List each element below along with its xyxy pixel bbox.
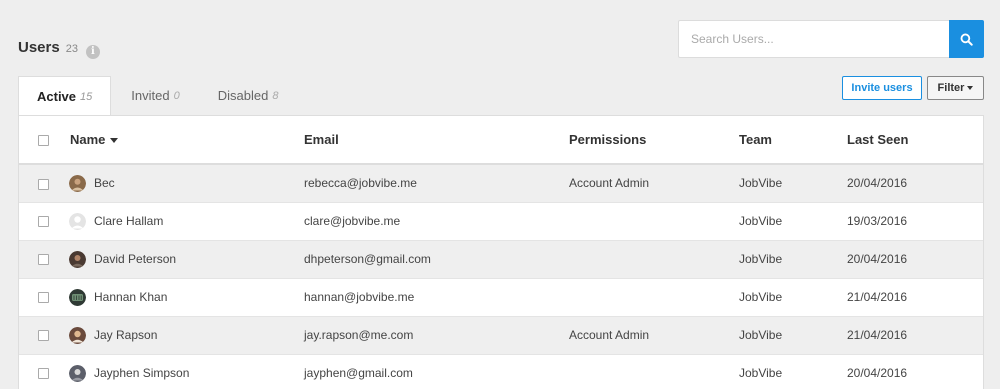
column-header-team: Team xyxy=(739,116,847,165)
sort-descending-icon[interactable] xyxy=(110,138,119,143)
avatar xyxy=(69,250,86,268)
user-email: hannan@jobvibe.me xyxy=(304,278,569,317)
search-button[interactable] xyxy=(949,20,984,58)
tab-disabled-label: Disabled xyxy=(217,88,269,103)
avatar-head xyxy=(74,368,81,375)
user-email: jayphen@gmail.com xyxy=(304,354,569,389)
user-team: JobVibe xyxy=(739,278,847,317)
user-permissions xyxy=(569,354,739,389)
tab-disabled[interactable]: Disabled 8 xyxy=(200,76,297,115)
invite-users-button[interactable]: Invite users xyxy=(842,76,922,100)
user-last-seen: 21/04/2016 xyxy=(847,278,983,317)
table-row[interactable]: Bec rebecca@jobvibe.me Account Admin Job… xyxy=(19,164,983,203)
avatar xyxy=(69,212,86,230)
tab-invited[interactable]: Invited 0 xyxy=(113,76,197,115)
user-email: rebecca@jobvibe.me xyxy=(304,164,569,203)
user-status-tabs: Active 15 Invited 0 Disabled 8 xyxy=(18,76,297,116)
table-row[interactable]: David Peterson dhpeterson@gmail.com JobV… xyxy=(19,240,983,279)
row-checkbox[interactable] xyxy=(38,254,49,266)
name-cell: Clare Hallam xyxy=(69,202,304,241)
avatar-head xyxy=(74,215,81,223)
avatar xyxy=(69,364,86,382)
page-title: Users 23 i xyxy=(18,39,100,59)
user-team: JobVibe xyxy=(739,240,847,279)
search-icon xyxy=(960,33,973,46)
user-last-seen: 19/03/2016 xyxy=(847,202,983,241)
select-all-checkbox[interactable] xyxy=(38,135,49,147)
page-title-text: Users xyxy=(18,39,60,56)
row-select-cell xyxy=(19,278,70,317)
avatar xyxy=(69,288,86,306)
column-header-permissions: Permissions xyxy=(569,116,739,165)
user-permissions: Account Admin xyxy=(569,316,739,355)
tab-invited-count: 0 xyxy=(173,89,180,102)
user-count: 23 xyxy=(65,43,78,55)
user-team: JobVibe xyxy=(739,316,847,355)
search-bar xyxy=(678,20,984,58)
name-cell: Jay Rapson xyxy=(69,316,304,355)
users-table: Name Email Permissions Team Last Seen Be… xyxy=(19,116,983,389)
user-email: jay.rapson@me.com xyxy=(304,316,569,355)
row-checkbox[interactable] xyxy=(38,178,49,190)
avatar-head xyxy=(74,330,81,337)
row-checkbox[interactable] xyxy=(38,368,49,380)
row-select-cell xyxy=(19,240,70,279)
row-checkbox[interactable] xyxy=(38,330,49,342)
filter-button-label: Filter xyxy=(937,82,965,94)
user-name[interactable]: Jayphen Simpson xyxy=(94,366,189,380)
avatar xyxy=(69,174,86,192)
table-row[interactable]: Jay Rapson jay.rapson@me.com Account Adm… xyxy=(19,316,983,355)
user-permissions xyxy=(569,202,739,241)
avatar xyxy=(69,326,86,344)
table-row[interactable]: Clare Hallam clare@jobvibe.me JobVibe 19… xyxy=(19,202,983,241)
column-header-name-label: Name xyxy=(70,132,106,147)
name-cell: Bec xyxy=(69,164,304,203)
name-cell: David Peterson xyxy=(69,240,304,279)
tab-active-count: 15 xyxy=(80,90,93,103)
row-checkbox[interactable] xyxy=(38,216,49,228)
user-permissions: Account Admin xyxy=(569,164,739,203)
user-email: dhpeterson@gmail.com xyxy=(304,240,569,279)
info-icon[interactable]: i xyxy=(85,44,100,59)
column-header-last-seen: Last Seen xyxy=(847,116,983,165)
caret-down-icon xyxy=(967,86,974,90)
tab-invited-label: Invited xyxy=(131,88,170,103)
row-select-cell xyxy=(19,354,70,389)
table-header-row: Name Email Permissions Team Last Seen xyxy=(19,116,983,165)
user-last-seen: 21/04/2016 xyxy=(847,316,983,355)
filter-button[interactable]: Filter xyxy=(927,76,984,100)
name-cell: Hannan Khan xyxy=(69,278,304,317)
user-team: JobVibe xyxy=(739,354,847,389)
select-all-cell xyxy=(19,116,70,165)
user-permissions xyxy=(569,240,739,279)
column-header-email: Email xyxy=(304,116,569,165)
tab-active-label: Active xyxy=(37,89,77,104)
row-select-cell xyxy=(19,202,70,241)
table-row[interactable]: Jayphen Simpson jayphen@gmail.com JobVib… xyxy=(19,354,983,389)
user-email: clare@jobvibe.me xyxy=(304,202,569,241)
user-last-seen: 20/04/2016 xyxy=(847,354,983,389)
tab-disabled-count: 8 xyxy=(272,89,279,102)
user-last-seen: 20/04/2016 xyxy=(847,164,983,203)
user-name[interactable]: David Peterson xyxy=(94,252,176,266)
user-name[interactable]: Clare Hallam xyxy=(94,214,163,228)
user-name[interactable]: Jay Rapson xyxy=(94,328,157,342)
user-name[interactable]: Hannan Khan xyxy=(94,290,167,304)
search-input[interactable] xyxy=(679,21,949,57)
tab-active[interactable]: Active 15 xyxy=(18,76,112,116)
avatar-head xyxy=(74,178,81,185)
user-team: JobVibe xyxy=(739,202,847,241)
user-name[interactable]: Bec xyxy=(94,176,115,190)
name-cell: Jayphen Simpson xyxy=(69,354,304,389)
user-team: JobVibe xyxy=(739,164,847,203)
user-permissions xyxy=(569,278,739,317)
column-header-name[interactable]: Name xyxy=(70,116,304,165)
avatar-head xyxy=(74,254,81,261)
user-last-seen: 20/04/2016 xyxy=(847,240,983,279)
row-select-cell xyxy=(19,164,70,203)
row-select-cell xyxy=(19,316,70,355)
table-row[interactable]: Hannan Khan hannan@jobvibe.me JobVibe 21… xyxy=(19,278,983,317)
row-checkbox[interactable] xyxy=(38,292,49,304)
users-table-panel: Name Email Permissions Team Last Seen Be… xyxy=(18,115,984,389)
